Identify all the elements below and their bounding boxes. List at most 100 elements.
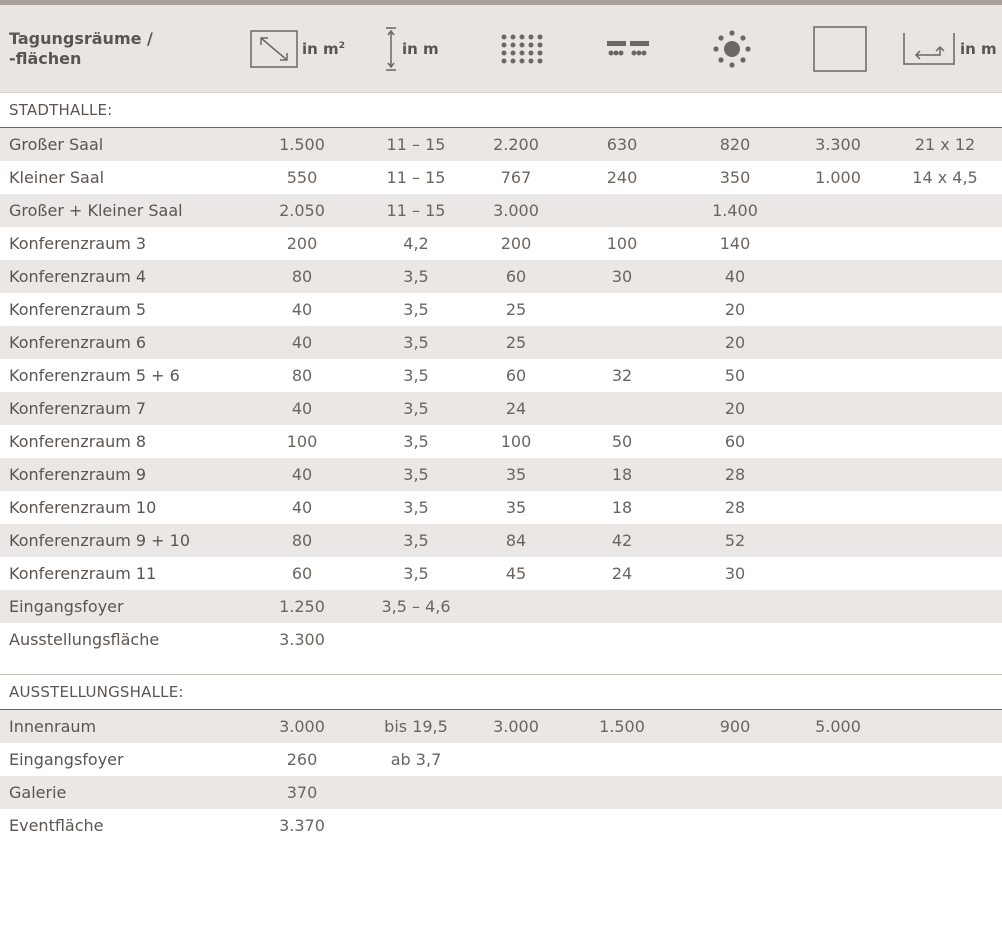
theater-cell: 767 — [500, 168, 532, 187]
area-cell: 100 — [286, 432, 318, 451]
height-arrow-icon — [386, 26, 396, 71]
theater-cell: 60 — [505, 267, 527, 286]
area-cell: 260 — [286, 750, 318, 769]
classroom-cell: 18 — [611, 498, 633, 517]
area-cell: 60 — [291, 564, 313, 583]
theater-cell: 2.200 — [493, 135, 539, 154]
header-title: Tagungsräume / -flächen — [9, 29, 153, 69]
area-cell: 3.300 — [279, 630, 325, 649]
table-row: Innenraum 3.000 bis 19,5 3.000 1.500 900 5.000 — [0, 710, 1002, 743]
height-cell: 3,5 — [403, 267, 429, 286]
room-name-cell: Eingangsfoyer — [9, 750, 124, 769]
theater-cell: 200 — [500, 234, 532, 253]
theater-cell: 35 — [505, 498, 527, 517]
height-cell: 3,5 – 4,6 — [381, 597, 451, 616]
height-cell: 3,5 — [403, 366, 429, 385]
height-cell: bis 19,5 — [384, 717, 448, 736]
banquet-cell: 350 — [719, 168, 751, 187]
table-row: Konferenzraum 11 60 3,5 45 24 30 — [0, 557, 1002, 590]
height-cell: 11 – 15 — [386, 201, 446, 220]
banquet-cell: 20 — [724, 333, 746, 352]
height-unit-label: in m — [402, 39, 439, 58]
table-row: Großer + Kleiner Saal 2.050 11 – 15 3.000 1.… — [0, 194, 1002, 227]
room-name-cell: Konferenzraum 6 — [9, 333, 147, 352]
section-label: AUSSTELLUNGSHALLE: — [9, 683, 184, 701]
room-name-cell: Konferenzraum 5 — [9, 300, 147, 319]
banquet-cell: 60 — [724, 432, 746, 451]
reception-cell: 3.300 — [815, 135, 861, 154]
table-row: Konferenzraum 9 + 10 80 3,5 84 42 52 — [0, 524, 1002, 557]
height-cell: 3,5 — [403, 300, 429, 319]
theater-cell: 24 — [505, 399, 527, 418]
reception-column-header — [813, 5, 867, 92]
classroom-cell: 42 — [611, 531, 633, 550]
section-spacer — [0, 656, 1002, 675]
table-row: Konferenzraum 10 40 3,5 35 18 28 — [0, 491, 1002, 524]
area-cell: 80 — [291, 366, 313, 385]
classroom-cell: 24 — [611, 564, 633, 583]
room-name-cell: Konferenzraum 4 — [9, 267, 147, 286]
height-cell: 4,2 — [403, 234, 429, 253]
classroom-cell: 18 — [611, 465, 633, 484]
section-label: STADTHALLE: — [9, 101, 113, 119]
table-row: Konferenzraum 7 40 3,5 24 20 — [0, 392, 1002, 425]
classroom-seating-icon — [607, 40, 649, 55]
header-title-line1: Tagungsräume / — [9, 29, 153, 48]
area-cell: 40 — [291, 333, 313, 352]
room-name-cell: Konferenzraum 11 — [9, 564, 157, 583]
table-body: STADTHALLE: Großer Saal 1.500 11 – 15 2.200 6… — [0, 93, 1002, 842]
classroom-cell: 50 — [611, 432, 633, 451]
height-cell: 3,5 — [403, 498, 429, 517]
dimensions-cell: 21 x 12 — [914, 135, 976, 154]
theater-cell: 45 — [505, 564, 527, 583]
table-row: Konferenzraum 4 80 3,5 60 30 40 — [0, 260, 1002, 293]
area-cell: 1.500 — [279, 135, 325, 154]
banquet-cell: 820 — [719, 135, 751, 154]
classroom-cell: 630 — [606, 135, 638, 154]
area-cell: 2.050 — [279, 201, 325, 220]
room-name-cell: Großer Saal — [9, 135, 104, 154]
height-cell: 11 – 15 — [386, 135, 446, 154]
table-row: Konferenzraum 9 40 3,5 35 18 28 — [0, 458, 1002, 491]
room-name-cell: Konferenzraum 10 — [9, 498, 157, 517]
area-cell: 80 — [291, 267, 313, 286]
room-name-cell: Eingangsfoyer — [9, 597, 124, 616]
room-name-cell: Konferenzraum 8 — [9, 432, 147, 451]
table-row: Konferenzraum 3 200 4,2 200 100 140 — [0, 227, 1002, 260]
area-cell: 1.250 — [279, 597, 325, 616]
room-name-cell: Konferenzraum 7 — [9, 399, 147, 418]
theater-cell: 60 — [505, 366, 527, 385]
section-header: STADTHALLE: — [0, 93, 1002, 128]
banquet-cell: 1.400 — [712, 201, 758, 220]
classroom-cell: 240 — [606, 168, 638, 187]
table-row: Eingangsfoyer 260 ab 3,7 — [0, 743, 1002, 776]
table-row: Großer Saal 1.500 11 – 15 2.200 630 820 3.300 2… — [0, 128, 1002, 161]
classroom-cell: 100 — [606, 234, 638, 253]
banquet-cell: 900 — [719, 717, 751, 736]
area-cell: 3.370 — [279, 816, 325, 835]
table-row: Ausstellungsfläche 3.300 — [0, 623, 1002, 656]
room-name-cell: Konferenzraum 9 — [9, 465, 147, 484]
area-cell: 40 — [291, 399, 313, 418]
theater-column-header — [500, 5, 544, 92]
theater-cell: 84 — [505, 531, 527, 550]
theater-cell: 3.000 — [493, 201, 539, 220]
area-cell: 40 — [291, 465, 313, 484]
area-cell: 3.000 — [279, 717, 325, 736]
table-row: Konferenzraum 5 40 3,5 25 20 — [0, 293, 1002, 326]
banquet-cell: 50 — [724, 366, 746, 385]
height-cell: 3,5 — [403, 333, 429, 352]
room-name-cell: Kleiner Saal — [9, 168, 105, 187]
table-header: Tagungsräume / -flächen in m2 in m in m — [0, 5, 1002, 93]
area-column-header: in m2 — [250, 5, 345, 92]
area-cell: 200 — [286, 234, 318, 253]
height-cell: 3,5 — [403, 465, 429, 484]
room-name-cell: Konferenzraum 9 + 10 — [9, 531, 191, 550]
room-dimensions-icon — [903, 32, 955, 65]
table-row: Eingangsfoyer 1.250 3,5 – 4,6 — [0, 590, 1002, 623]
room-name-cell: Konferenzraum 5 + 6 — [9, 366, 180, 385]
height-cell: 11 – 15 — [386, 168, 446, 187]
room-name-cell: Konferenzraum 3 — [9, 234, 147, 253]
banquet-cell: 20 — [724, 300, 746, 319]
height-column-header: in m — [384, 5, 439, 92]
